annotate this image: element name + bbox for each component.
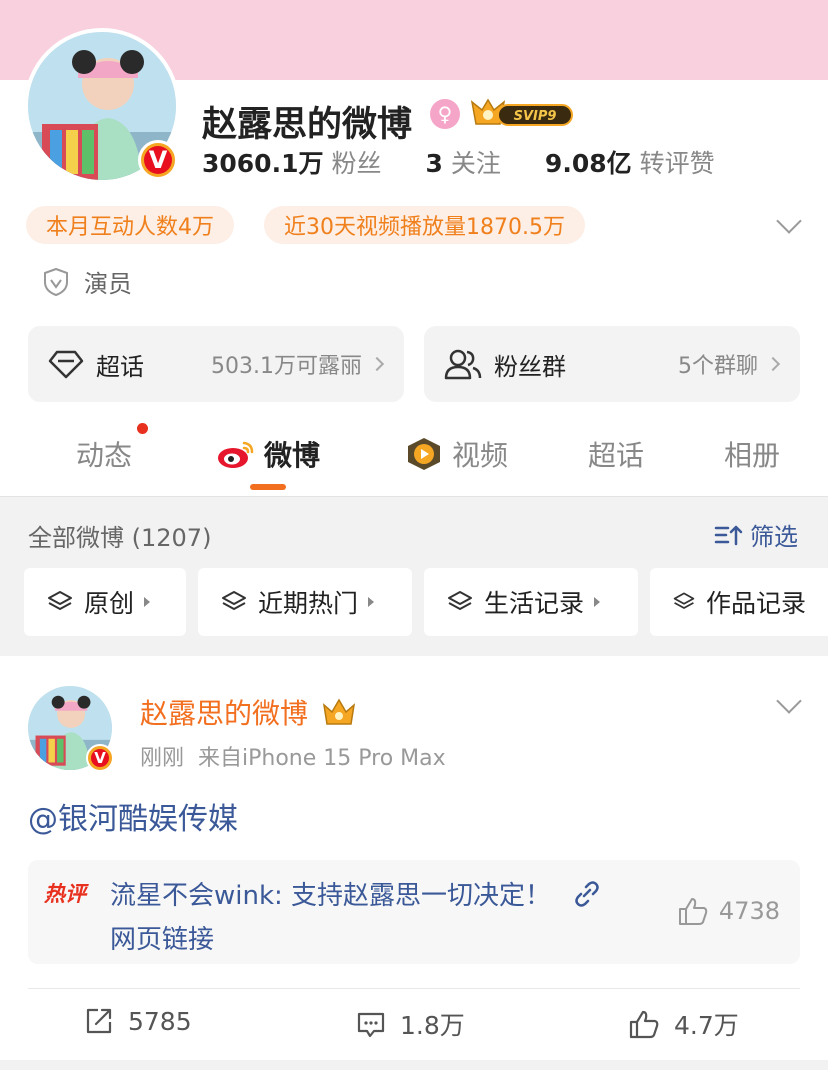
svg-text:SVIP9: SVIP9 — [514, 109, 557, 124]
tab-album[interactable]: 相册 — [724, 434, 780, 474]
fan-group-subtitle: 5个群聊 — [678, 354, 758, 379]
share-icon — [86, 1008, 112, 1034]
stat-following[interactable]: 3 关注 — [426, 144, 501, 180]
stat-interactions[interactable]: 9.08亿 转评赞 — [545, 144, 715, 180]
post-divider — [28, 988, 800, 989]
svip-badge-icon[interactable]: SVIP9 — [468, 96, 576, 130]
hot-comment-box[interactable]: 热评 流星不会wink: 支持赵露思一切决定！ 网页链接 4738 — [28, 860, 800, 964]
profile-name: 赵露思的微博 — [202, 105, 413, 145]
post-source: 来自iPhone 15 Pro Max — [198, 746, 446, 771]
tab-super-topic[interactable]: 超话 — [588, 434, 644, 474]
hot-comment-text: 流星不会wink: 支持赵露思一切决定！ 网页链接 — [110, 874, 630, 962]
verification-info: 演员 — [42, 264, 132, 299]
hot-comment-tag: 热评 — [44, 882, 86, 906]
chevron-right-icon — [765, 356, 781, 372]
bottom-separator — [0, 1060, 828, 1070]
tab-dynamics[interactable]: 动态 — [76, 434, 132, 474]
verified-badge: V — [86, 744, 114, 772]
super-topic-card[interactable]: 超话 503.1万可露丽 — [28, 326, 404, 402]
layers-icon — [673, 592, 695, 609]
video-play-icon — [408, 438, 440, 470]
super-topic-title: 超话 — [96, 352, 144, 381]
repost-button[interactable]: 5785 — [84, 1006, 192, 1036]
super-topic-subtitle: 503.1万可露丽 — [211, 354, 362, 379]
video-views-pill[interactable]: 近30天视频播放量1870.5万 — [264, 206, 585, 244]
link-icon — [575, 881, 600, 907]
users-icon — [444, 349, 482, 380]
thumbs-up-icon — [629, 1010, 659, 1039]
post-author-name[interactable]: 赵露思的微博 — [140, 692, 357, 732]
filter-sort-icon — [714, 525, 743, 545]
layers-icon — [48, 591, 72, 610]
crown-icon — [322, 698, 355, 725]
notification-dot — [137, 423, 148, 434]
thumbs-up-icon — [678, 898, 708, 925]
weibo-logo-icon — [218, 441, 254, 468]
chevron-right-icon — [369, 356, 385, 372]
post-mention-link[interactable]: @银河酷娱传媒 — [28, 794, 238, 838]
tab-video[interactable]: 视频 — [404, 434, 508, 474]
profile-stats: 3060.1万 粉丝 3 关注 9.08亿 转评赞 — [202, 144, 759, 180]
chip-works-record[interactable]: 作品记录 — [650, 568, 828, 636]
all-weibo-count: 全部微博 (1207) — [28, 524, 212, 552]
profile-tabs: 动态 微博 视频 超话 相册 — [0, 420, 828, 494]
web-link[interactable]: 网页链接 — [110, 925, 214, 955]
filter-button[interactable]: 筛选 — [714, 517, 798, 552]
female-icon: ♀ — [430, 99, 460, 129]
post-time: 刚刚 — [140, 746, 185, 771]
comment-icon — [357, 1012, 385, 1038]
chip-recent-hot[interactable]: 近期热门 — [198, 568, 412, 636]
fan-group-title: 粉丝群 — [494, 352, 566, 381]
verified-badge: V — [138, 140, 178, 180]
chip-life-record[interactable]: 生活记录 — [424, 568, 638, 636]
hot-comment-like[interactable]: 4738 — [677, 896, 780, 926]
post-meta: 刚刚 来自iPhone 15 Pro Max — [140, 740, 446, 772]
layers-icon — [222, 591, 246, 610]
fan-group-card[interactable]: 粉丝群 5个群聊 — [424, 326, 800, 402]
tab-weibo[interactable]: 微博 — [216, 434, 320, 474]
verification-label: 演员 — [84, 270, 132, 298]
shield-icon — [44, 267, 68, 296]
active-tab-indicator — [250, 484, 286, 490]
stat-followers[interactable]: 3060.1万 粉丝 — [202, 144, 382, 180]
comment-button[interactable]: 1.8万 — [356, 1006, 465, 1042]
monthly-interaction-pill[interactable]: 本月互动人数4万 — [26, 206, 234, 244]
like-button[interactable]: 4.7万 — [628, 1006, 739, 1042]
diamond-icon — [48, 350, 84, 379]
layers-icon — [448, 591, 472, 610]
chip-original[interactable]: 原创 — [24, 568, 186, 636]
